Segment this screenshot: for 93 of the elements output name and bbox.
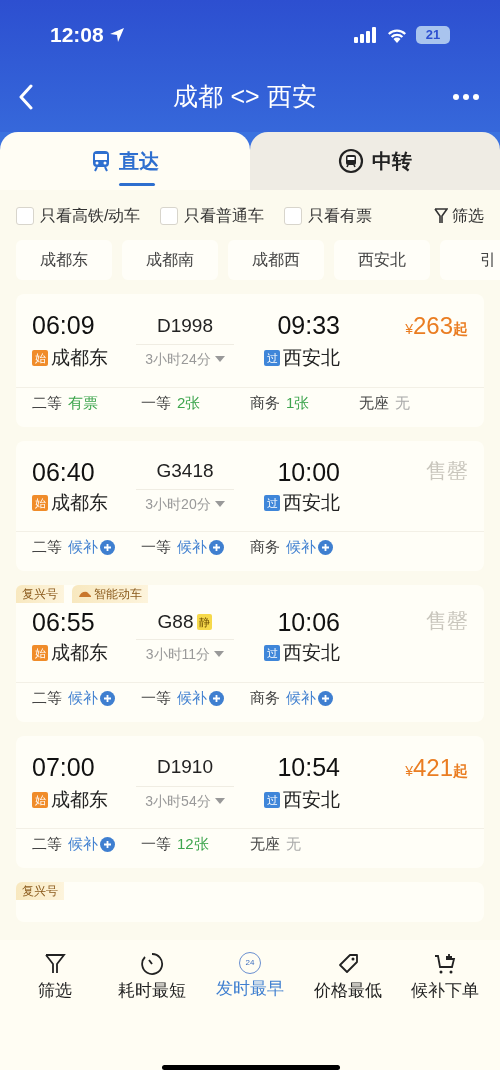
add-icon (100, 690, 115, 706)
arrival-time: 10:06 (276, 607, 340, 638)
tab-indicator (119, 183, 155, 186)
train-tag: 智能动车 (72, 585, 148, 603)
add-icon (209, 540, 224, 555)
seat-availability: 一等 候补 (141, 536, 250, 559)
filter-checkbox[interactable]: 只看高铁/动车 (16, 204, 141, 228)
origin-badge: 始 (32, 645, 48, 662)
trip-duration: 3小时24分 (145, 350, 211, 370)
trip-duration: 3小时54分 (145, 791, 211, 811)
filter-button[interactable]: 筛选 (434, 204, 484, 228)
tab[interactable]: 直达 (0, 132, 250, 190)
caret-icon (214, 356, 225, 364)
origin-badge: 始 (32, 350, 48, 367)
station-chip[interactable]: 成都南 (122, 240, 218, 280)
wifi-icon (386, 27, 408, 43)
station-name: 成都东 (51, 346, 108, 370)
station-chip[interactable]: 引 (440, 240, 500, 280)
station-chip[interactable]: 成都西 (228, 240, 324, 280)
train-number: G88 (157, 609, 194, 634)
caret-icon (214, 797, 225, 805)
pass-through-badge: 过 (264, 791, 280, 808)
seat-availability: 商务 候补 (250, 686, 359, 710)
train-tag: 复兴号 (16, 585, 64, 603)
add-icon (100, 837, 115, 852)
station-name: 成都东 (51, 641, 108, 665)
caret-icon (214, 500, 225, 508)
seat-availability: 二等 有票 (32, 392, 99, 413)
seat-availability: 一等 12张 (141, 834, 210, 855)
pass-through-badge: 过 (264, 494, 280, 511)
pass-through-badge: 过 (264, 645, 280, 662)
signal-icon (354, 27, 378, 43)
seat-availability: 一等 候补 (141, 686, 250, 710)
seat-availability: 无座 无 (359, 392, 411, 413)
departure-time: 06:09 (32, 310, 96, 341)
seat-availability: 二等 候补 (32, 686, 141, 710)
station-name: 成都东 (51, 490, 108, 515)
trip-duration: 3小时20分 (145, 494, 211, 514)
seat-availability: 二等 候补 (32, 833, 141, 856)
sold-out-label: 售罄 (426, 457, 468, 484)
quiet-badge: 静 (197, 613, 213, 631)
add-icon (100, 540, 115, 555)
pass-through-badge: 过 (264, 350, 280, 367)
seat-availability: 无座 无 (250, 834, 302, 855)
departure-time: 06:55 (32, 607, 96, 638)
station-chip[interactable]: 西安北 (334, 240, 430, 280)
seat-availability: 二等 候补 (32, 536, 141, 559)
station-name: 西安北 (283, 346, 340, 370)
train-tag: 复兴号 (16, 882, 64, 900)
sort-tab[interactable]: 24 发时最早 (202, 952, 298, 1004)
more-icon (452, 93, 480, 101)
seat-availability: 商务 候补 (250, 536, 359, 559)
filter-icon (434, 208, 448, 224)
price: ¥263起 (405, 311, 468, 341)
sold-out-label: 售罄 (426, 608, 468, 634)
train-number: G3418 (156, 459, 214, 484)
caret-icon (214, 651, 225, 659)
sort-tab[interactable]: 耗时最短 (104, 952, 201, 1004)
sort-tab[interactable]: 价格最低 (299, 952, 396, 1004)
tab[interactable]: 中转 (250, 132, 500, 190)
seat-availability: 商务 1张 (250, 392, 311, 413)
arrival-time: 10:00 (276, 456, 340, 488)
battery-indicator: 21 (416, 26, 450, 44)
add-icon (209, 690, 224, 706)
departure-time: 06:40 (32, 456, 96, 488)
departure-time: 07:00 (32, 751, 96, 783)
back-icon (18, 84, 34, 110)
station-name: 西安北 (283, 787, 340, 812)
seat-availability: 一等 2张 (141, 392, 202, 413)
sort-tab[interactable]: 筛选 (6, 952, 103, 1004)
cart-icon (433, 952, 458, 976)
transfer-icon (338, 148, 364, 174)
train-number: D1910 (157, 755, 213, 780)
station-chip[interactable]: 成都东 (16, 240, 112, 280)
filter-checkbox[interactable]: 只看普通车 (160, 204, 265, 228)
add-icon (318, 540, 333, 555)
page-title: 成都 <> 西安 (173, 81, 317, 113)
trip-duration: 3小时11分 (145, 645, 211, 665)
price: ¥421起 (405, 752, 468, 783)
status-time: 12:08 (50, 22, 104, 49)
origin-badge: 始 (32, 791, 48, 808)
station-name: 西安北 (283, 641, 340, 665)
filter-checkbox[interactable]: 只看有票 (284, 204, 373, 228)
sort-tab[interactable]: 候补下单 (397, 952, 494, 1004)
arrival-time: 10:54 (276, 751, 340, 783)
origin-badge: 始 (32, 494, 48, 511)
train-number: D1998 (157, 313, 213, 338)
arrival-time: 09:33 (276, 310, 340, 341)
add-icon (318, 690, 333, 706)
timer-icon (140, 952, 165, 976)
filter-icon (42, 952, 67, 976)
station-name: 成都东 (51, 787, 108, 812)
station-name: 西安北 (283, 490, 340, 515)
